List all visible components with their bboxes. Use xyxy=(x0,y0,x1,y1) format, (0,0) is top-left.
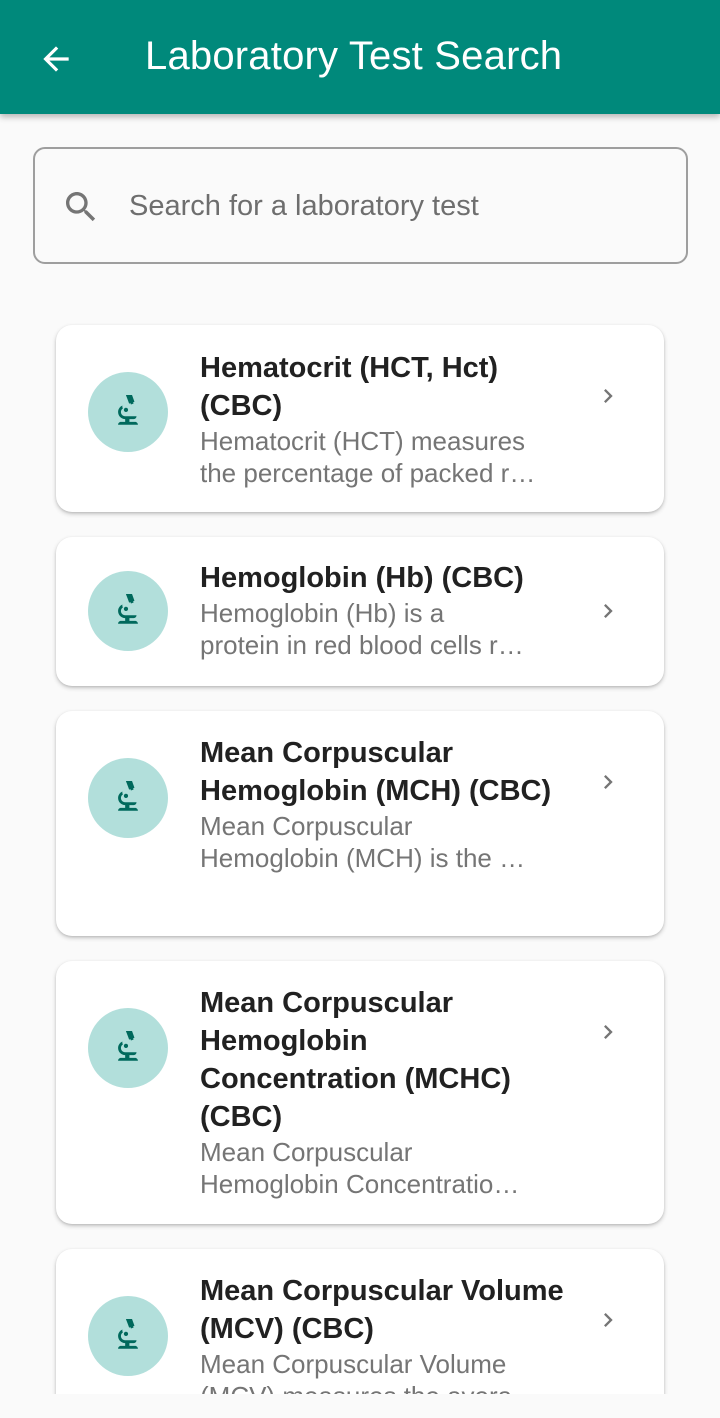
test-description-line: protein in red blood cells r… xyxy=(200,630,524,660)
test-title: Hemoglobin (Hb) (CBC) xyxy=(200,562,524,594)
app-bar: Laboratory Test Search xyxy=(0,0,720,114)
list-item[interactable]: Hematocrit (HCT, Hct) (CBC) Hematocrit (… xyxy=(56,325,664,512)
avatar xyxy=(88,1008,168,1088)
avatar xyxy=(88,1296,168,1376)
test-title: Hematocrit (HCT, Hct) (CBC) xyxy=(200,352,499,422)
avatar xyxy=(88,372,168,452)
card-text: Hemoglobin (Hb) (CBC) Hemoglobin (Hb) is… xyxy=(200,559,570,661)
test-title: Mean Corpuscular Hemoglobin (MCH) (CBC) xyxy=(200,737,552,807)
microscope-icon xyxy=(118,594,138,624)
test-description-line: the percentage of packed r… xyxy=(200,458,536,488)
search-input[interactable] xyxy=(129,169,659,243)
chevron-right-icon xyxy=(604,775,613,789)
test-description: Mean Corpuscular Hemoglobin Concentratio… xyxy=(200,1136,570,1200)
list-item[interactable]: Mean Corpuscular Hemoglobin (MCH) (CBC) … xyxy=(56,711,664,936)
microscope-icon xyxy=(118,1031,138,1061)
list-item[interactable]: Hemoglobin (Hb) (CBC) Hemoglobin (Hb) is… xyxy=(56,537,664,686)
test-title: Mean Corpuscular Hemoglobin Concentratio… xyxy=(200,987,511,1133)
list-item[interactable]: Mean Corpuscular Hemoglobin Concentratio… xyxy=(56,961,664,1224)
test-description-line: Mean Corpuscular xyxy=(200,1137,413,1167)
test-title: Mean Corpuscular Volume (MCV) (CBC) xyxy=(200,1275,564,1345)
test-description: Hematocrit (HCT) measures the percentage… xyxy=(200,425,570,489)
page-title: Laboratory Test Search xyxy=(145,34,563,78)
test-description: Mean Corpuscular Volume (MCV) measures t… xyxy=(200,1348,570,1394)
avatar xyxy=(88,758,168,838)
card-text: Mean Corpuscular Hemoglobin Concentratio… xyxy=(200,984,570,1200)
list-item[interactable]: Mean Corpuscular Volume (MCV) (CBC) Mean… xyxy=(56,1249,664,1394)
test-description: Hemoglobin (Hb) is a protein in red bloo… xyxy=(200,597,570,661)
microscope-icon xyxy=(118,1319,138,1349)
microscope-icon xyxy=(118,781,138,811)
chevron-right-icon xyxy=(604,389,613,403)
microscope-icon xyxy=(118,395,138,425)
test-description-line: Hemoglobin Concentratio… xyxy=(200,1169,520,1199)
chevron-right-icon xyxy=(604,604,613,618)
test-description-line: Hematocrit (HCT) measures xyxy=(200,426,526,456)
app-screen: Hematocrit (HCT, Hct) (CBC) Hematocrit (… xyxy=(0,0,720,1418)
bottom-edge xyxy=(0,1394,720,1418)
back-button[interactable] xyxy=(24,27,88,91)
arrow-back-icon xyxy=(43,46,69,72)
test-description-line: Hemoglobin (Hb) is a xyxy=(200,598,445,628)
card-text: Hematocrit (HCT, Hct) (CBC) Hematocrit (… xyxy=(200,349,570,489)
avatar xyxy=(88,571,168,651)
test-description-line: Mean Corpuscular Volume xyxy=(200,1349,507,1379)
search-icon xyxy=(66,192,96,222)
chevron-right-icon xyxy=(604,1313,613,1327)
chevron-right-icon xyxy=(604,1025,613,1039)
search-field[interactable] xyxy=(33,147,688,264)
card-text: Mean Corpuscular Volume (MCV) (CBC) Mean… xyxy=(200,1272,570,1394)
card-text: Mean Corpuscular Hemoglobin (MCH) (CBC) … xyxy=(200,734,570,874)
test-description: Mean Corpuscular Hemoglobin (MCH) is the… xyxy=(200,810,570,874)
test-description-line: (MCV) measures the avera… xyxy=(200,1380,570,1394)
test-description-line: Hemoglobin (MCH) is the … xyxy=(200,843,526,873)
test-description-line: Mean Corpuscular xyxy=(200,811,413,841)
